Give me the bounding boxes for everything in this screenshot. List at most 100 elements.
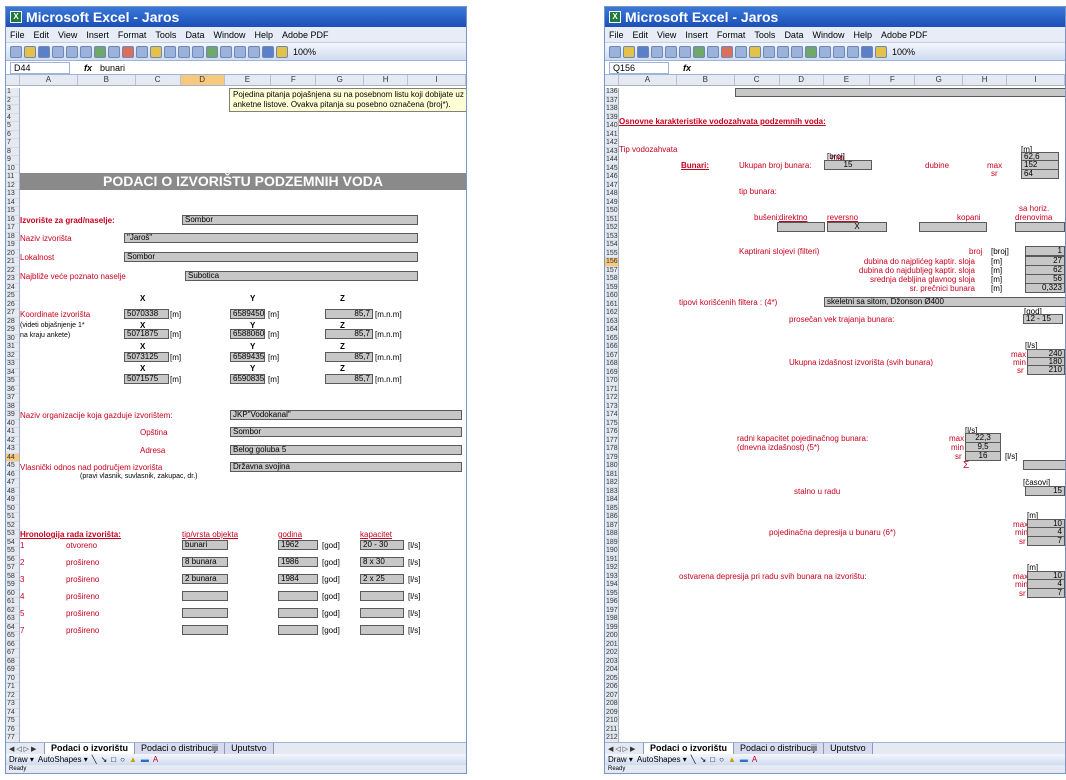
draw-menu[interactable]: Draw ▾ [9,755,34,764]
row-header[interactable]: 155 [605,250,618,258]
coord-y-1[interactable]: 6589450 [230,309,265,319]
row-header[interactable]: 193 [605,573,618,581]
row-header[interactable]: 166 [605,343,618,352]
col-c[interactable]: C [136,75,181,85]
row-header[interactable]: 48 [6,488,19,496]
org-field[interactable]: JKP"Vodokanal" [230,410,462,420]
row-header[interactable]: 203 [605,658,618,666]
menu-format[interactable]: Format [118,30,147,40]
coord-x-4[interactable]: 5071575 [124,374,169,384]
row-header[interactable]: 5 [6,122,19,131]
row-header[interactable]: 56 [6,556,19,564]
opstina-field[interactable]: Sombor [230,427,462,437]
row-header[interactable]: 194 [605,581,618,590]
row-header[interactable]: 26 [6,301,19,309]
zoom-box[interactable]: 100% [892,47,915,57]
row-header[interactable]: 54 [6,539,19,547]
row-header[interactable]: 157 [605,267,618,275]
row-header[interactable]: 65 [6,632,19,641]
row-header[interactable]: 35 [6,377,19,386]
sort-ascending-icon[interactable] [833,45,845,58]
row-header[interactable]: 189 [605,539,618,547]
paste-icon[interactable] [150,45,162,58]
row-header[interactable]: 2 [6,97,19,105]
hron-godina-field[interactable]: 1962 [278,540,318,550]
kopani-field[interactable] [919,222,987,232]
col-i[interactable]: I [408,75,466,85]
row-header[interactable]: 18 [6,233,19,241]
row-header[interactable]: 70 [6,675,19,683]
col-f[interactable]: F [271,75,317,85]
izd-sr-field[interactable]: 210 [1027,365,1065,375]
col-g[interactable]: G [915,75,964,85]
row-header[interactable]: 57 [6,564,19,573]
row-header[interactable]: 191 [605,556,618,564]
sum-field[interactable] [1023,460,1065,470]
col-d[interactable]: D [180,75,225,85]
redo-icon[interactable] [192,45,204,58]
row-header[interactable]: 182 [605,479,618,488]
row-header[interactable]: 10 [6,165,19,173]
print-icon[interactable] [66,45,78,58]
menu-window[interactable]: Window [213,30,245,40]
izvoriste-field[interactable]: Sombor [182,215,418,225]
row-header[interactable]: 12 [6,182,19,190]
hron-tip-field[interactable]: 8 bunara [182,557,228,567]
format-painter-icon[interactable] [164,45,176,58]
col-b[interactable]: B [677,75,735,85]
menu-tools[interactable]: Tools [754,30,775,40]
poj-sr-field[interactable]: 7 [1027,536,1065,546]
open-icon[interactable] [623,45,635,58]
row-header[interactable]: 188 [605,530,618,539]
row-header[interactable]: 136 [605,88,618,97]
hron-tip-field[interactable] [182,625,228,635]
row-header[interactable]: 138 [605,105,618,114]
row-header[interactable]: 142 [605,139,618,148]
row-header[interactable]: 31 [6,343,19,352]
row-header[interactable]: 158 [605,275,618,284]
research-icon[interactable] [108,45,120,58]
row-header[interactable]: 23 [6,275,19,284]
row-header[interactable]: 21 [6,258,19,267]
row-header[interactable]: 34 [6,369,19,377]
undo-icon[interactable] [777,45,789,58]
col-e[interactable]: E [225,75,272,85]
row-header[interactable]: 169 [605,369,618,377]
row-header[interactable]: 150 [605,207,618,216]
coord-y-3[interactable]: 6589435 [230,352,265,362]
menu-view[interactable]: View [58,30,77,40]
row-header[interactable]: 74 [6,709,19,717]
print-preview-icon[interactable] [679,45,691,58]
row-header[interactable]: 76 [6,726,19,734]
research-icon[interactable] [707,45,719,58]
row-header[interactable]: 39 [6,411,19,420]
row-header[interactable]: 160 [605,292,618,301]
format-painter-icon[interactable] [763,45,775,58]
row-header[interactable]: 167 [605,352,618,360]
najblize-field[interactable]: Subotica [185,271,418,281]
hron-tip-field[interactable]: 2 bunara [182,574,228,584]
autosum-icon[interactable] [220,45,232,58]
chart-wizard-icon[interactable] [262,45,274,58]
hron-godina-field[interactable] [278,608,318,618]
col-g[interactable]: G [316,75,365,85]
row-header[interactable]: 13 [6,190,19,199]
row-header[interactable]: 183 [605,488,618,496]
menu-adobe-pdf[interactable]: Adobe PDF [881,30,928,40]
hron-kapacitet-field[interactable] [360,625,404,635]
formula-input[interactable]: bunari [100,63,125,73]
arrow-icon[interactable]: ↘ [700,755,707,764]
row-header[interactable]: 172 [605,394,618,403]
oval-icon[interactable]: ○ [120,755,125,764]
col-h[interactable]: H [963,75,1008,85]
cut-icon[interactable] [122,45,134,58]
row-header[interactable]: 75 [6,717,19,726]
row-header[interactable]: 27 [6,309,19,318]
row-header[interactable]: 180 [605,462,618,471]
menu-data[interactable]: Data [784,30,803,40]
print-preview-icon[interactable] [80,45,92,58]
row-header[interactable]: 4 [6,114,19,122]
row-header[interactable]: 178 [605,445,618,454]
hron-kapacitet-field[interactable] [360,591,404,601]
reversno-field[interactable]: X [827,222,887,232]
